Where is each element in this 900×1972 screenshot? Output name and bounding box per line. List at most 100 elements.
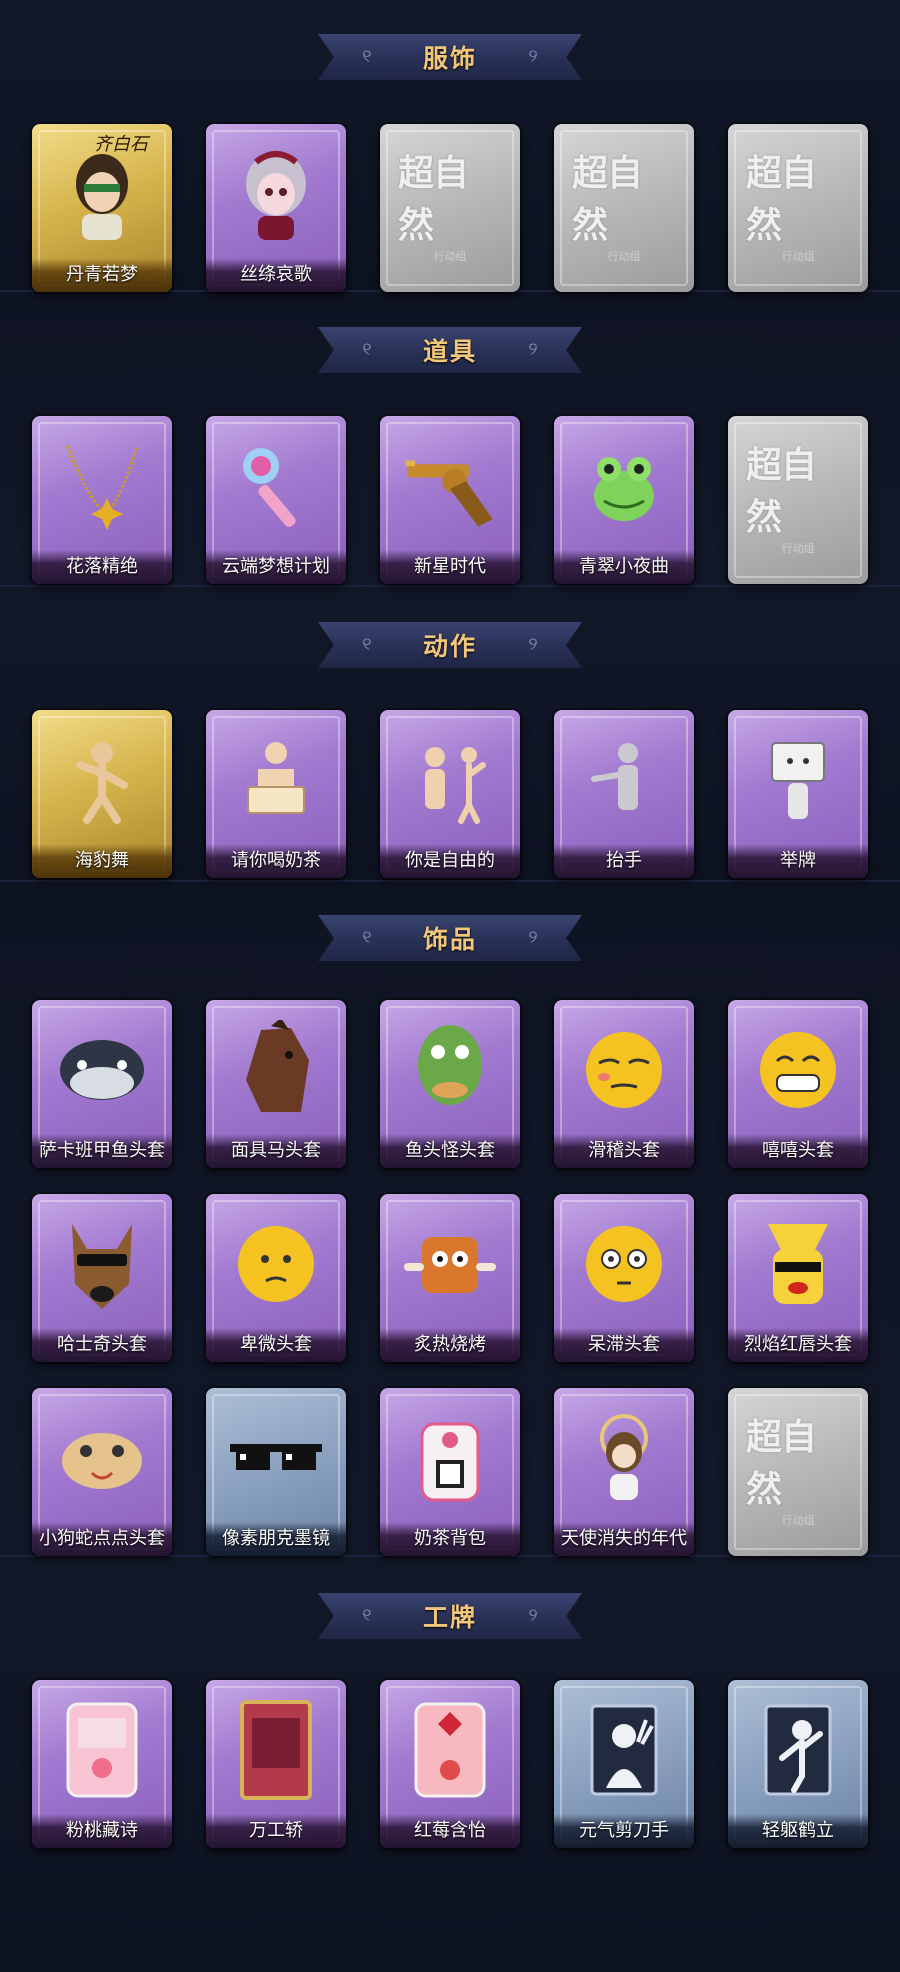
item-card[interactable]: 轻躯鹤立 — [728, 1680, 868, 1848]
item-card[interactable]: 万工轿 — [206, 1680, 346, 1848]
sign-pose-icon — [224, 728, 328, 832]
item-card[interactable]: 请你喝奶茶 — [206, 710, 346, 878]
hold-sign-icon — [746, 728, 850, 832]
item-card[interactable]: 奶茶背包 — [380, 1388, 520, 1556]
item-label: 鱼头怪头套 — [380, 1134, 520, 1168]
angel-doll-icon — [572, 1406, 676, 1510]
frog-icon — [572, 434, 676, 538]
item-label: 元气剪刀手 — [554, 1814, 694, 1848]
section-divider — [0, 880, 900, 882]
item-card[interactable]: 超自然 行动组 — [728, 124, 868, 292]
section-banner: ୧ 服饰 ୧ — [318, 34, 582, 80]
item-card[interactable]: 元气剪刀手 — [554, 1680, 694, 1848]
item-card[interactable]: 青翠小夜曲 — [554, 416, 694, 584]
item-label: 抬手 — [554, 844, 694, 878]
item-card[interactable]: 哈士奇头套 — [32, 1194, 172, 1362]
artist-signature: 齐白石 — [94, 134, 148, 155]
item-label: 烈焰红唇头套 — [728, 1328, 868, 1362]
item-card[interactable]: 炙热烧烤 — [380, 1194, 520, 1362]
placeholder-title: 超自然 — [398, 153, 469, 246]
peach-card-icon — [50, 1698, 154, 1802]
item-card[interactable]: 卑微头套 — [206, 1194, 346, 1362]
bbq-icon — [398, 1212, 502, 1316]
placeholder-icon: 超自然行动组 — [746, 1406, 850, 1527]
horse-head-icon — [224, 1018, 328, 1122]
section-banner: ୧ 动作 ୧ — [318, 622, 582, 668]
funny-face-icon — [572, 1018, 676, 1122]
item-card[interactable]: 超自然 行动组 — [728, 416, 868, 584]
item-card[interactable]: 萨卡班甲鱼头套 — [32, 1000, 172, 1168]
item-card[interactable]: 花落精绝 — [32, 416, 172, 584]
placeholder-title: 超自然 — [572, 153, 643, 246]
item-label: 青翠小夜曲 — [554, 550, 694, 584]
item-label: 海豹舞 — [32, 844, 172, 878]
item-label: 嘻嘻头套 — [728, 1134, 868, 1168]
item-card[interactable]: 抬手 — [554, 710, 694, 878]
placeholder-title: 超自然 — [746, 153, 817, 246]
item-label: 萨卡班甲鱼头套 — [32, 1134, 172, 1168]
item-card[interactable]: 超自然 行动组 — [380, 124, 520, 292]
section-divider — [0, 585, 900, 587]
berry-card-icon — [398, 1698, 502, 1802]
swirl-ornament-icon: ୧ — [362, 46, 372, 67]
item-card[interactable]: 粉桃藏诗 — [32, 1680, 172, 1848]
item-label: 卑微头套 — [206, 1328, 346, 1362]
item-label: 粉桃藏诗 — [32, 1814, 172, 1848]
milk-tea-bag-icon — [398, 1406, 502, 1510]
character-icon — [50, 142, 154, 246]
swirl-ornament-icon: ୧ — [362, 1605, 372, 1626]
item-card[interactable]: 齐白石丹青若梦 — [32, 124, 172, 292]
two-figures-icon — [398, 728, 502, 832]
scepter-icon — [224, 434, 328, 538]
sedan-card-icon — [224, 1698, 328, 1802]
item-card[interactable]: 面具马头套 — [206, 1000, 346, 1168]
placeholder-subtitle: 行动组 — [607, 250, 641, 263]
item-label: 丹青若梦 — [32, 258, 172, 292]
item-card[interactable]: 嘻嘻头套 — [728, 1000, 868, 1168]
item-label: 新星时代 — [380, 550, 520, 584]
item-label: 哈士奇头套 — [32, 1328, 172, 1362]
item-label: 丝绦哀歌 — [206, 258, 346, 292]
item-card[interactable]: 烈焰红唇头套 — [728, 1194, 868, 1362]
item-card[interactable]: 红莓含怡 — [380, 1680, 520, 1848]
placeholder-subtitle: 行动组 — [781, 1514, 815, 1527]
item-label: 红莓含怡 — [380, 1814, 520, 1848]
section-title: 饰品 — [422, 925, 477, 954]
humble-face-icon — [224, 1212, 328, 1316]
item-card[interactable]: 小狗蛇点点头套 — [32, 1388, 172, 1556]
husky-icon — [50, 1212, 154, 1316]
item-label: 云端梦想计划 — [206, 550, 346, 584]
swirl-ornament-icon: ୧ — [528, 927, 538, 948]
placeholder-title: 超自然 — [746, 1417, 817, 1510]
item-card[interactable]: 丝绦哀歌 — [206, 124, 346, 292]
placeholder-icon: 超自然 行动组 — [746, 142, 850, 263]
item-label: 小狗蛇点点头套 — [32, 1522, 172, 1556]
item-card[interactable]: 超自然行动组 — [728, 1388, 868, 1556]
section-title: 工牌 — [422, 1603, 477, 1632]
swirl-ornament-icon: ୧ — [362, 634, 372, 655]
item-card[interactable]: 滑稽头套 — [554, 1000, 694, 1168]
item-card[interactable]: 超自然行动组 — [554, 124, 694, 292]
raise-hand-icon — [572, 728, 676, 832]
item-card[interactable]: 鱼头怪头套 — [380, 1000, 520, 1168]
fish-monster-icon — [398, 1018, 502, 1122]
snake-head-icon — [50, 1406, 154, 1510]
item-card[interactable]: 海豹舞 — [32, 710, 172, 878]
flower-necklace-icon — [50, 434, 154, 538]
item-card[interactable]: 你是自由的 — [380, 710, 520, 878]
section-title: 服饰 — [422, 44, 477, 73]
item-label: 万工轿 — [206, 1814, 346, 1848]
item-card[interactable]: 新星时代 — [380, 416, 520, 584]
placeholder-icon: 超自然 行动组 — [398, 142, 502, 263]
item-label: 面具马头套 — [206, 1134, 346, 1168]
swirl-ornament-icon: ୧ — [528, 46, 538, 67]
item-label: 炙热烧烤 — [380, 1328, 520, 1362]
item-card[interactable]: 像素朋克墨镜 — [206, 1388, 346, 1556]
placeholder-subtitle: 行动组 — [781, 542, 815, 555]
item-card[interactable]: 云端梦想计划 — [206, 416, 346, 584]
item-card[interactable]: 呆滞头套 — [554, 1194, 694, 1362]
fish-head-icon — [50, 1018, 154, 1122]
crane-pose-silhouette-icon — [746, 1698, 850, 1802]
item-card[interactable]: 举牌 — [728, 710, 868, 878]
item-card[interactable]: 天使消失的年代 — [554, 1388, 694, 1556]
